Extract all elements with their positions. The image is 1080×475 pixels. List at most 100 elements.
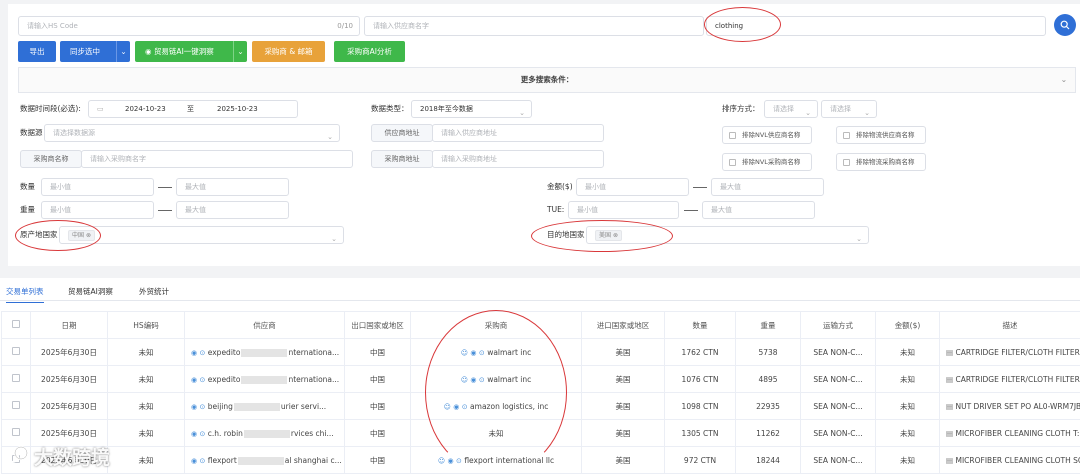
eye-icon[interactable]: ◉ [191, 457, 197, 465]
select-all-checkbox[interactable] [1, 311, 31, 339]
teu-max-input[interactable]: 最大值 [702, 201, 815, 219]
range-separator [158, 187, 172, 188]
weight-min-input[interactable]: 最小值 [41, 201, 154, 219]
data-type-label: 数据类型： [371, 104, 409, 113]
cell-export-country: 中国 [344, 338, 411, 366]
eye-icon[interactable]: ◉ [191, 403, 197, 411]
row-checkbox[interactable] [1, 392, 31, 420]
cell-hs: 未知 [107, 338, 185, 366]
smile-icon[interactable]: ☺ [438, 457, 445, 465]
col-amount[interactable]: 金额($) [875, 311, 940, 339]
exclude-nvl-supplier-checkbox[interactable]: 排除NVL供应商名称 [722, 126, 812, 144]
search-icon[interactable]: ⊙ [200, 457, 206, 465]
quantity-min-input[interactable]: 最小值 [41, 178, 154, 196]
document-icon: ▤ [946, 401, 954, 411]
cell-transport: SEA NON-C... [800, 392, 876, 420]
buyer-address-input[interactable]: 请输入采购商地址 [432, 150, 604, 168]
search-icon[interactable]: ⊙ [200, 349, 206, 357]
amount-max-input[interactable]: 最大值 [711, 178, 824, 196]
col-transport[interactable]: 运输方式 [800, 311, 876, 339]
search-icon[interactable]: ⊙ [200, 430, 206, 438]
cell-import-country: 美国 [581, 338, 665, 366]
row-checkbox[interactable] [1, 365, 31, 393]
quantity-max-input[interactable]: 最大值 [176, 178, 289, 196]
search-icon [1060, 20, 1070, 29]
cell-supplier[interactable]: ◉ ⊙ c.h. robin rvices chi... [184, 419, 345, 447]
sync-selected-button[interactable]: 同步选中 ⌄ [60, 41, 130, 62]
annotation-ellipse-buyer [425, 310, 567, 475]
supplier-search-input[interactable]: 请输入供应商名字 [364, 16, 704, 36]
data-type-select[interactable]: 2018年至今数据 ⌄ [411, 100, 532, 118]
cell-supplier[interactable]: ◉ ⊙ flexport al shanghai c... [184, 446, 345, 474]
cell-quantity: 972 CTN [664, 446, 736, 474]
supplier-address-input[interactable]: 请输入供应商地址 [432, 124, 604, 142]
annotation-ellipse-keyword [704, 7, 781, 42]
search-icon[interactable]: ⊙ [200, 376, 206, 384]
sort-label: 排序方式： [722, 104, 760, 113]
date-range-picker[interactable]: ▭ 2024-10-23 至 2025-10-23 [88, 100, 298, 118]
cell-description[interactable]: ▤ CARTRIDGE FILTER/CLOTH FILTER P... [939, 365, 1080, 393]
hs-code-input[interactable]: 请输入HS Code 0/10 [18, 16, 360, 36]
cell-supplier[interactable]: ◉ ⊙ expedito nternationa... [184, 365, 345, 393]
chevron-down-icon[interactable]: ⌄ [233, 41, 247, 62]
cell-hs: 未知 [107, 365, 185, 393]
cell-description[interactable]: ▤ MICROFIBER CLEANING CLOTH SC... [939, 446, 1080, 474]
exclude-logistics-supplier-checkbox[interactable]: 排除物流供应商名称 [836, 126, 926, 144]
document-icon: ▤ [946, 428, 954, 438]
search-button[interactable] [1054, 14, 1076, 36]
col-export-country[interactable]: 出口国家或地区 [344, 311, 411, 339]
row-checkbox[interactable] [1, 338, 31, 366]
buyer-name-label: 采购商名称 [20, 150, 82, 168]
col-supplier[interactable]: 供应商 [184, 311, 345, 339]
teu-label: TUE: [547, 205, 565, 214]
buyer-ai-analysis-button[interactable]: 采购商AI分析 [334, 41, 405, 62]
range-separator [693, 187, 707, 188]
ai-insight-button[interactable]: ◉ 贸易链AI一键洞察 ⌄ [135, 41, 247, 62]
col-hs[interactable]: HS编码 [107, 311, 185, 339]
col-weight[interactable]: 重量 [735, 311, 801, 339]
cell-description[interactable]: ▤ CARTRIDGE FILTER/CLOTH FILTER P... [939, 338, 1080, 366]
watermark-logo: 大数跨境 [4, 442, 110, 470]
eye-icon[interactable]: ◉ [191, 430, 197, 438]
col-quantity[interactable]: 数量 [664, 311, 736, 339]
cell-transport: SEA NON-C... [800, 365, 876, 393]
cell-supplier[interactable]: ◉ ⊙ expedito nternationa... [184, 338, 345, 366]
exclude-nvl-buyer-checkbox[interactable]: 排除NVL采购商名称 [722, 153, 812, 171]
export-button[interactable]: 导出 [18, 41, 56, 62]
watermark-icon [5, 446, 28, 463]
tab-ai-insight[interactable]: 贸易链AI洞察 [68, 286, 113, 297]
cell-export-country: 中国 [344, 446, 411, 474]
quantity-label: 数量 [20, 182, 35, 191]
chevron-down-icon[interactable]: ⌄ [116, 41, 130, 62]
col-date[interactable]: 日期 [30, 311, 108, 339]
exclude-logistics-buyer-checkbox[interactable]: 排除物流采购商名称 [836, 153, 926, 171]
redacted-block [243, 429, 290, 438]
tab-trade-stats[interactable]: 外贸统计 [139, 286, 169, 297]
cell-description[interactable]: ▤ MICROFIBER CLEANING CLOTH T: ... [939, 419, 1080, 447]
cell-supplier[interactable]: ◉ ⊙ beijing urier servi... [184, 392, 345, 420]
sort-select-2[interactable]: 请选择 ⌄ [821, 100, 877, 118]
sort-select-1[interactable]: 请选择 ⌄ [764, 100, 818, 118]
weight-max-input[interactable]: 最大值 [176, 201, 289, 219]
teu-min-input[interactable]: 最小值 [568, 201, 679, 219]
buyer-name-input[interactable]: 请输入采购商名字 [81, 150, 353, 168]
col-import-country[interactable]: 进口国家或地区 [581, 311, 665, 339]
cell-date: 2025年6月30日 [30, 338, 108, 366]
cell-transport: SEA NON-C... [800, 419, 876, 447]
tab-divider [0, 300, 1080, 301]
buyer-email-button[interactable]: 采购商 & 邮箱 [252, 41, 325, 62]
eye-icon[interactable]: ◉ [191, 349, 197, 357]
document-icon: ▤ [946, 455, 954, 465]
search-icon[interactable]: ⊙ [200, 403, 206, 411]
amount-min-input[interactable]: 最小值 [576, 178, 689, 196]
origin-country-select[interactable]: 中国 ⊗ ⌄ [59, 226, 344, 244]
cell-hs: 未知 [107, 392, 185, 420]
cell-transport: SEA NON-C... [800, 446, 876, 474]
document-icon: ▤ [946, 374, 954, 384]
eye-icon[interactable]: ◉ [191, 376, 197, 384]
cell-description[interactable]: ▤ NUT DRIVER SET PO AL0-WRM7JB... [939, 392, 1080, 420]
col-description[interactable]: 描述 [939, 311, 1080, 339]
date-range-label: 数据时间段(必选): [20, 104, 81, 113]
data-source-select[interactable]: 请选择数据源 ⌄ [44, 124, 340, 142]
more-conditions-toggle[interactable]: 更多搜索条件： ⌄ [18, 67, 1076, 93]
